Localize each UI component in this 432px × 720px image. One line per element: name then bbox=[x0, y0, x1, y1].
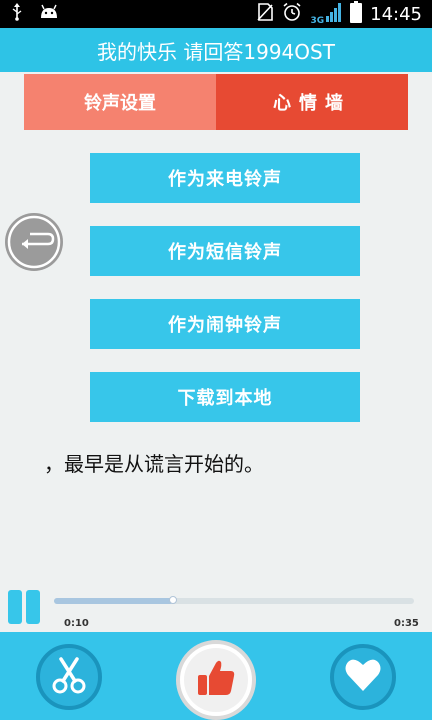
tab-ringtone-settings[interactable]: 铃声设置 bbox=[24, 74, 216, 130]
tab-bar: 铃声设置 心情墙 bbox=[24, 74, 408, 130]
heart-icon bbox=[344, 657, 382, 697]
current-time: 0:10 bbox=[64, 618, 89, 629]
back-button[interactable] bbox=[0, 212, 72, 276]
progress-fill bbox=[54, 598, 173, 604]
favorite-button[interactable] bbox=[330, 644, 396, 710]
button-label: 作为来电铃声 bbox=[168, 169, 282, 190]
android-icon bbox=[38, 4, 60, 24]
thumbs-up-icon bbox=[194, 656, 238, 704]
no-sim-icon bbox=[256, 2, 274, 26]
lyric-text: ，最早是从谎言开始的。 bbox=[44, 452, 264, 476]
button-label: 作为短信铃声 bbox=[168, 242, 282, 263]
pause-button[interactable] bbox=[8, 590, 40, 624]
page-title: 我的快乐 请回答1994OST bbox=[97, 39, 335, 64]
like-inner bbox=[184, 648, 248, 712]
pause-bar-left bbox=[8, 590, 22, 624]
network-type-label: 3G bbox=[310, 16, 325, 26]
button-label: 下载到本地 bbox=[177, 388, 273, 409]
progress-knob[interactable] bbox=[168, 596, 177, 604]
tab-label: 心情墙 bbox=[273, 93, 351, 114]
title-bar: 我的快乐 请回答1994OST bbox=[0, 28, 432, 72]
pause-bar-right bbox=[26, 590, 40, 624]
player-strip: 0:10 0:35 bbox=[0, 584, 432, 632]
set-incoming-call-ringtone-button[interactable]: 作为来电铃声 bbox=[90, 153, 360, 203]
bottom-bar bbox=[0, 632, 432, 720]
like-button[interactable] bbox=[176, 640, 256, 720]
set-alarm-ringtone-button[interactable]: 作为闹钟铃声 bbox=[90, 299, 360, 349]
status-bar: 3G 14:45 bbox=[0, 0, 432, 28]
clock: 14:45 bbox=[370, 3, 422, 25]
scissors-icon bbox=[49, 655, 89, 699]
alarm-icon bbox=[282, 2, 302, 26]
battery-icon bbox=[350, 1, 363, 27]
tab-label: 铃声设置 bbox=[84, 93, 156, 114]
progress-slider[interactable] bbox=[54, 596, 414, 604]
button-label: 作为闹钟铃声 bbox=[168, 315, 282, 336]
back-arrow-icon bbox=[0, 210, 72, 278]
usb-icon bbox=[10, 3, 24, 25]
set-sms-ringtone-button[interactable]: 作为短信铃声 bbox=[90, 226, 360, 276]
signal-icon bbox=[326, 2, 342, 26]
download-to-local-button[interactable]: 下载到本地 bbox=[90, 372, 360, 422]
cut-ringtone-button[interactable] bbox=[36, 644, 102, 710]
total-time: 0:35 bbox=[394, 618, 419, 629]
tab-mood-wall[interactable]: 心情墙 bbox=[216, 74, 408, 130]
